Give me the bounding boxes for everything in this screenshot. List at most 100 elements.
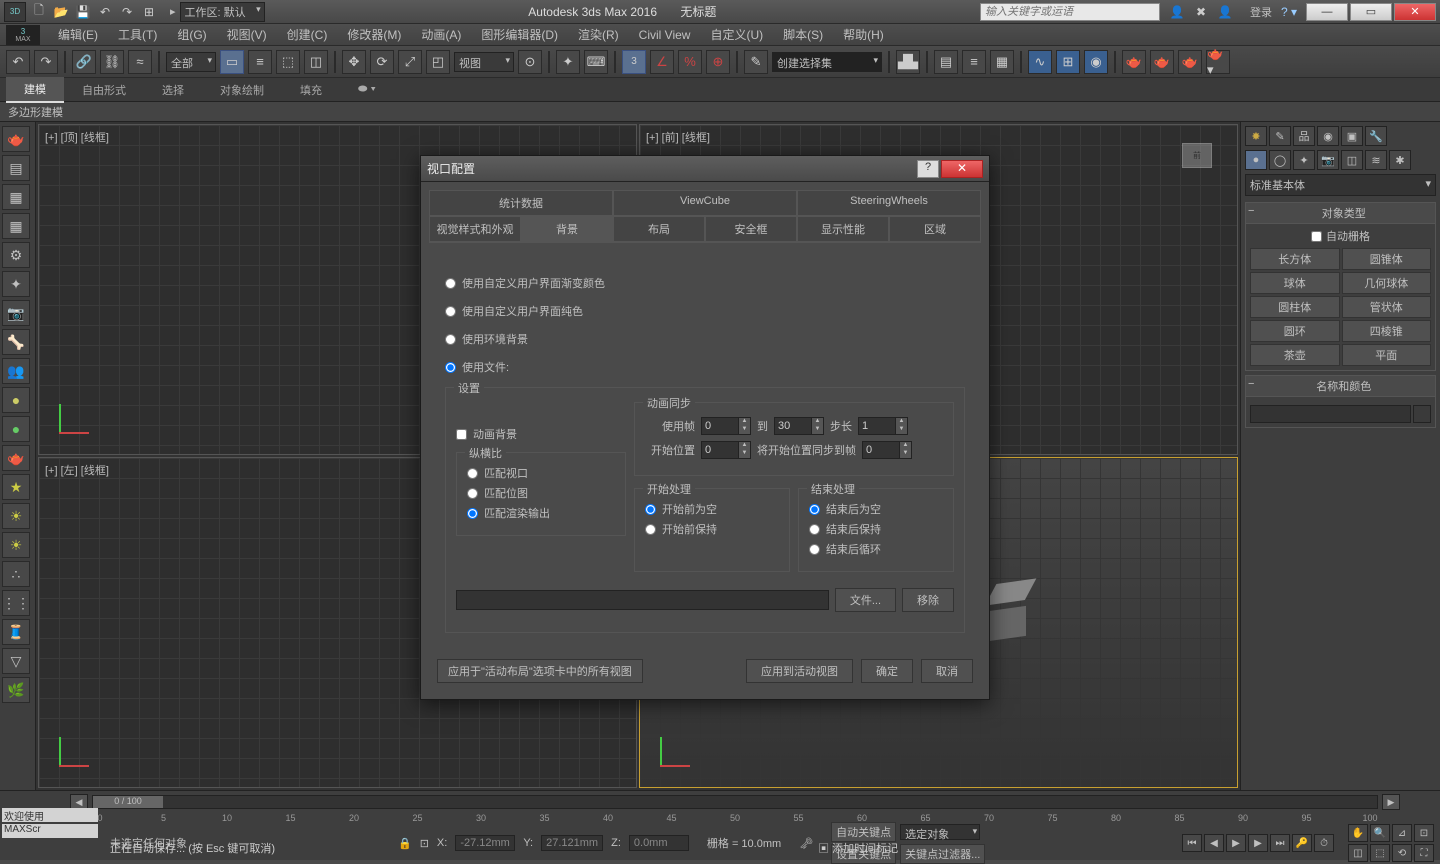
menu-script[interactable]: 脚本(S) <box>773 23 833 46</box>
mirror-button[interactable]: ▟▙ <box>896 50 920 74</box>
autogrid-checkbox[interactable]: 自动栅格 <box>1250 228 1431 244</box>
radio-gradient[interactable]: 使用自定义用户界面渐变颜色 <box>445 275 965 291</box>
radio-end-loop[interactable]: 结束后循环 <box>809 541 943 557</box>
cp-cameras-icon[interactable]: 📷 <box>1317 150 1339 170</box>
menu-render[interactable]: 渲染(R) <box>568 23 629 46</box>
cp-helpers-icon[interactable]: ◫ <box>1341 150 1363 170</box>
keyboard-shortcut-button[interactable]: ⌨ <box>584 50 608 74</box>
radio-start-hold[interactable]: 开始前保持 <box>645 521 779 537</box>
cp-utilities-icon[interactable]: 🔧 <box>1365 126 1387 146</box>
tab-safeframes[interactable]: 安全框 <box>705 216 797 242</box>
radio-match-render[interactable]: 匹配渲染输出 <box>467 505 615 521</box>
window-crossing-button[interactable]: ◫ <box>304 50 328 74</box>
new-icon[interactable]: 🗋 <box>30 3 48 21</box>
grass-icon[interactable]: 🌿 <box>2 677 30 703</box>
pivot-button[interactable]: ⊙ <box>518 50 542 74</box>
app-logo[interactable]: 3D <box>4 2 26 22</box>
tab-stats[interactable]: 统计数据 <box>429 190 613 215</box>
dialog-close-button[interactable]: ✕ <box>941 160 983 178</box>
help-dd-icon[interactable]: ? ▾ <box>1280 3 1298 21</box>
layers-button[interactable]: ≡ <box>962 50 986 74</box>
menu-customize[interactable]: 自定义(U) <box>700 23 773 46</box>
select-rect-button[interactable]: ⬚ <box>276 50 300 74</box>
tab-layout[interactable]: 布局 <box>613 216 705 242</box>
cancel-button[interactable]: 取消 <box>921 659 973 683</box>
tab-steeringwheels[interactable]: SteeringWheels <box>797 190 981 215</box>
nav-orbit-button[interactable]: ⟲ <box>1392 844 1412 862</box>
angle-snap-button[interactable]: ∠ <box>650 50 674 74</box>
nav-region-button[interactable]: ⬚ <box>1370 844 1390 862</box>
obj-torus-button[interactable]: 圆环 <box>1250 320 1340 342</box>
menu-animation[interactable]: 动画(A) <box>411 23 471 46</box>
tab-visual-style[interactable]: 视觉样式和外观 <box>429 216 521 242</box>
sun2-icon[interactable]: ☀ <box>2 532 30 558</box>
login-link[interactable]: 登录 <box>1250 4 1272 20</box>
time-config-button[interactable]: ⏱ <box>1314 834 1334 852</box>
material-button[interactable]: ◉ <box>1084 50 1108 74</box>
render-setup-button[interactable]: 🫖 <box>1122 50 1146 74</box>
close-button[interactable]: ✕ <box>1394 3 1436 21</box>
file-button[interactable]: 文件... <box>835 588 896 612</box>
dialog-help-button[interactable]: ? <box>917 160 939 178</box>
menu-view[interactable]: 视图(V) <box>217 23 277 46</box>
tab-display-perf[interactable]: 显示性能 <box>797 216 889 242</box>
render-button[interactable]: 🫖 <box>1178 50 1202 74</box>
obj-pyramid-button[interactable]: 四棱锥 <box>1342 320 1432 342</box>
obj-geosphere-button[interactable]: 几何球体 <box>1342 272 1432 294</box>
ribbon-tab-freeform[interactable]: 自由形式 <box>64 78 144 102</box>
ribbon-tab-objectpaint[interactable]: 对象绘制 <box>202 78 282 102</box>
unlink-button[interactable]: ⛓ <box>100 50 124 74</box>
obj-teapot-button[interactable]: 茶壶 <box>1250 344 1340 366</box>
schematic-button[interactable]: ⊞ <box>1056 50 1080 74</box>
undo-button[interactable]: ↶ <box>6 50 30 74</box>
tab-regions[interactable]: 区域 <box>889 216 981 242</box>
cp-shapes-icon[interactable]: ◯ <box>1269 150 1291 170</box>
signin-icon[interactable]: 👤 <box>1168 3 1186 21</box>
user-icon[interactable]: 👤 <box>1216 3 1234 21</box>
obj-plane-button[interactable]: 平面 <box>1342 344 1432 366</box>
radio-end-hold[interactable]: 结束后保持 <box>809 521 943 537</box>
cp-display-icon[interactable]: ▣ <box>1341 126 1363 146</box>
undo-icon[interactable]: ↶ <box>96 3 114 21</box>
manipulate-button[interactable]: ✦ <box>556 50 580 74</box>
nav-zoomall-button[interactable]: ◫ <box>1348 844 1368 862</box>
apply-all-button[interactable]: 应用于"活动布局"选项卡中的所有视图 <box>437 659 643 683</box>
ribbon-tab-selection[interactable]: 选择 <box>144 78 202 102</box>
file-path-input[interactable] <box>456 590 829 610</box>
display-icon[interactable]: ▦ <box>2 213 30 239</box>
hair-icon[interactable]: 🧵 <box>2 619 30 645</box>
menu-group[interactable]: 组(G) <box>167 23 216 46</box>
cp-systems-icon[interactable]: ✱ <box>1389 150 1411 170</box>
maximize-button[interactable]: ▭ <box>1350 3 1392 21</box>
search-input[interactable] <box>980 3 1160 21</box>
ribbon-expand[interactable]: ⬬ ▾ <box>340 79 394 100</box>
grid-icon[interactable]: ▦ <box>2 184 30 210</box>
select-name-button[interactable]: ≡ <box>248 50 272 74</box>
redo-icon[interactable]: ↷ <box>118 3 136 21</box>
obj-cylinder-button[interactable]: 圆柱体 <box>1250 296 1340 318</box>
cp-modify-icon[interactable]: ✎ <box>1269 126 1291 146</box>
selected-obj-dropdown[interactable]: 选定对象 <box>900 824 980 840</box>
ok-button[interactable]: 确定 <box>861 659 913 683</box>
sphere-g-icon[interactable]: ● <box>2 416 30 442</box>
cp-motion-icon[interactable]: ◉ <box>1317 126 1339 146</box>
cloth-icon[interactable]: ▽ <box>2 648 30 674</box>
placement-button[interactable]: ◰ <box>426 50 450 74</box>
menu-grapheditors[interactable]: 图形编辑器(D) <box>471 23 568 46</box>
key-mode-button[interactable]: 🔑 <box>1292 834 1312 852</box>
editnamed-button[interactable]: ✎ <box>744 50 768 74</box>
radio-match-bitmap[interactable]: 匹配位图 <box>467 485 615 501</box>
keyfilter-button[interactable]: 关键点过滤器... <box>900 844 985 864</box>
spinner-frame-to[interactable]: ▲▼ <box>774 417 824 435</box>
align-button[interactable]: ▤ <box>934 50 958 74</box>
redo-button[interactable]: ↷ <box>34 50 58 74</box>
timeslider-handle[interactable]: 0 / 100 <box>93 796 163 808</box>
move-button[interactable]: ✥ <box>342 50 366 74</box>
open-icon[interactable]: 📂 <box>52 3 70 21</box>
nav-fov-button[interactable]: ⊿ <box>1392 824 1412 842</box>
bind-button[interactable]: ≈ <box>128 50 152 74</box>
tool-icon[interactable]: ⚙ <box>2 242 30 268</box>
chk-animbg[interactable]: 动画背景 <box>456 426 626 442</box>
object-color-swatch[interactable] <box>1413 405 1431 423</box>
prev-frame-button[interactable]: ◀ <box>1204 834 1224 852</box>
